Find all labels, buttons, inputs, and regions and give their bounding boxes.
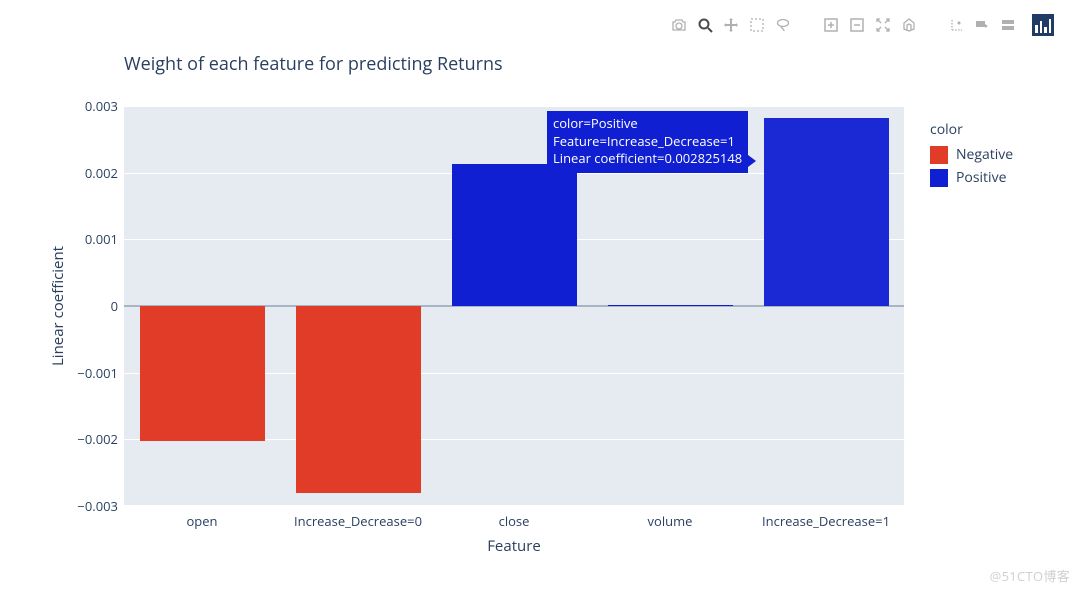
legend-item-positive[interactable]: Positive: [930, 168, 1013, 187]
zoom-icon[interactable]: [696, 16, 714, 34]
gridline: [124, 505, 904, 506]
bar-increase-decrease-1[interactable]: [764, 118, 889, 306]
ytick: 0: [111, 297, 118, 315]
box-select-icon[interactable]: [748, 16, 766, 34]
xtick: close: [499, 512, 530, 530]
zoom-out-icon[interactable]: [848, 16, 866, 34]
tooltip-line: Linear coefficient=0.002825148: [553, 150, 742, 168]
ytick: −0.002: [77, 430, 118, 448]
bar-open[interactable]: [140, 306, 265, 441]
bar-increase-decrease-0[interactable]: [296, 306, 421, 493]
xtick: Increase_Decrease=0: [294, 512, 422, 530]
xtick: volume: [648, 512, 693, 530]
chart-title: Weight of each feature for predicting Re…: [124, 52, 503, 76]
legend-title: color: [930, 120, 1013, 139]
legend-swatch-icon: [930, 146, 948, 164]
gridline: [124, 106, 904, 107]
ytick: −0.003: [77, 497, 118, 515]
xtick: Increase_Decrease=1: [762, 512, 890, 530]
legend-label: Positive: [956, 168, 1006, 187]
ytick: 0.001: [85, 230, 118, 248]
camera-icon[interactable]: [670, 16, 688, 34]
xaxis-title: Feature: [487, 536, 541, 556]
hoverclosest-icon[interactable]: [974, 16, 992, 34]
legend: color Negative Positive: [930, 120, 1013, 187]
lasso-icon[interactable]: [774, 16, 792, 34]
autoscale-icon[interactable]: [874, 16, 892, 34]
legend-swatch-icon: [930, 169, 948, 187]
reset-axes-icon[interactable]: [900, 16, 918, 34]
spikelines-icon[interactable]: [948, 16, 966, 34]
ytick: −0.001: [77, 364, 118, 382]
plot-area[interactable]: [124, 106, 904, 506]
legend-label: Negative: [956, 145, 1013, 164]
xtick: open: [186, 512, 217, 530]
ytick: 0.003: [85, 97, 118, 115]
tooltip-line: Feature=Increase_Decrease=1: [553, 133, 742, 151]
tooltip-line: color=Positive: [553, 115, 742, 133]
tooltip-arrow-icon: [748, 155, 756, 167]
hover-tooltip: color=Positive Feature=Increase_Decrease…: [547, 111, 748, 173]
ytick: 0.002: [85, 164, 118, 182]
bar-volume[interactable]: [608, 305, 733, 306]
plotly-logo[interactable]: [1032, 14, 1054, 36]
hovercompare-icon[interactable]: [1000, 16, 1018, 34]
watermark: @51CTO博客: [990, 566, 1070, 585]
plot-modebar: [670, 14, 1054, 36]
bar-close[interactable]: [452, 164, 577, 306]
yaxis-title: Linear coefficient: [48, 246, 68, 366]
zoom-in-icon[interactable]: [822, 16, 840, 34]
legend-item-negative[interactable]: Negative: [930, 145, 1013, 164]
pan-icon[interactable]: [722, 16, 740, 34]
